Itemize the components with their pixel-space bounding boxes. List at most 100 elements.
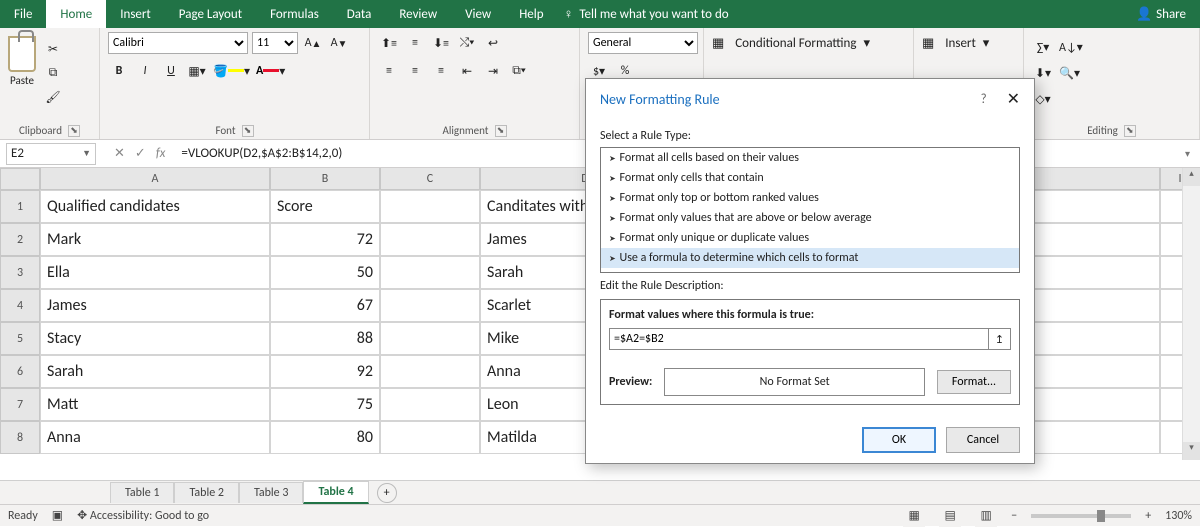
zoom-out-button[interactable]: − <box>1011 509 1017 523</box>
tab-home[interactable]: Home <box>46 0 106 28</box>
tab-pagelayout[interactable]: Page Layout <box>165 0 256 28</box>
view-normal-icon[interactable]: ▦ <box>903 505 925 527</box>
cell[interactable]: Qualified candidates <box>40 190 270 223</box>
row-header[interactable]: 6 <box>0 355 40 388</box>
col-header-b[interactable]: B <box>270 168 380 190</box>
row-header[interactable]: 1 <box>0 190 40 223</box>
add-sheet-button[interactable]: + <box>377 483 397 503</box>
sheet-tab-1[interactable]: Table 1 <box>110 482 174 503</box>
cell[interactable]: 88 <box>270 322 380 355</box>
cell[interactable] <box>380 190 480 223</box>
rule-type-item[interactable]: Format only cells that contain <box>601 168 1019 188</box>
scroll-up-icon[interactable]: ▴ <box>1183 168 1200 186</box>
dialog-help-icon[interactable]: ? <box>981 92 987 107</box>
sort-filter-button[interactable]: A↓▾ <box>1058 36 1084 58</box>
orientation-button[interactable]: ⤭▾ <box>456 32 478 54</box>
bold-button[interactable]: B <box>108 60 130 82</box>
zoom-slider[interactable] <box>1031 514 1131 518</box>
align-right-button[interactable]: ≡ <box>430 60 452 82</box>
view-pagebreak-icon[interactable]: ▥ <box>975 505 997 527</box>
align-bottom-button[interactable]: ⬇≡ <box>430 32 452 54</box>
cell[interactable]: James <box>40 289 270 322</box>
wrap-text-button[interactable]: ↩ <box>482 32 504 54</box>
align-top-button[interactable]: ⬆≡ <box>378 32 400 54</box>
cell[interactable]: 72 <box>270 223 380 256</box>
font-color-button[interactable]: A▾ <box>255 60 286 82</box>
cut-button[interactable]: ✂ <box>42 38 64 60</box>
fill-button[interactable]: ⬇▾ <box>1032 62 1054 84</box>
paste-button[interactable]: Paste <box>8 32 36 87</box>
scroll-down-icon[interactable]: ▾ <box>1183 442 1200 460</box>
font-size-select[interactable]: 11 <box>252 32 298 54</box>
increase-font-button[interactable]: A▲ <box>302 32 324 54</box>
name-box[interactable]: E2▼ <box>6 143 96 165</box>
cell[interactable]: Score <box>270 190 380 223</box>
cell[interactable]: Ella <box>40 256 270 289</box>
decrease-font-button[interactable]: A▼ <box>328 32 350 54</box>
cell[interactable]: 80 <box>270 421 380 454</box>
decrease-indent-button[interactable]: ⇤ <box>456 60 478 82</box>
row-header[interactable]: 4 <box>0 289 40 322</box>
format-painter-button[interactable]: 🖌 <box>42 86 64 108</box>
align-left-button[interactable]: ≡ <box>378 60 400 82</box>
tab-insert[interactable]: Insert <box>106 0 165 28</box>
underline-button[interactable]: U <box>160 60 182 82</box>
cell[interactable] <box>380 256 480 289</box>
borders-button[interactable]: ▦▾ <box>186 60 208 82</box>
number-format-select[interactable]: General <box>588 32 698 54</box>
col-header-c[interactable]: C <box>380 168 480 190</box>
zoom-in-button[interactable]: + <box>1145 509 1151 523</box>
cell[interactable] <box>380 388 480 421</box>
rule-type-item[interactable]: Use a formula to determine which cells t… <box>601 248 1019 268</box>
cell[interactable]: 75 <box>270 388 380 421</box>
cell[interactable]: Anna <box>40 421 270 454</box>
tab-review[interactable]: Review <box>385 0 451 28</box>
row-header[interactable]: 3 <box>0 256 40 289</box>
conditional-formatting-button[interactable]: ▦ Conditional Formatting ▾ <box>712 36 870 51</box>
cell[interactable]: Matt <box>40 388 270 421</box>
share-button[interactable]: 👤 Share <box>1122 7 1200 22</box>
row-header[interactable]: 5 <box>0 322 40 355</box>
tab-help[interactable]: Help <box>505 0 557 28</box>
rule-type-item[interactable]: Format only values that are above or bel… <box>601 208 1019 228</box>
vertical-scrollbar[interactable]: ▴ ▾ <box>1182 168 1200 460</box>
increase-indent-button[interactable]: ⇥ <box>482 60 504 82</box>
insert-cells-button[interactable]: ▦ Insert ▾ <box>922 36 989 51</box>
view-pagelayout-icon[interactable]: ▤ <box>939 505 961 527</box>
row-header[interactable]: 7 <box>0 388 40 421</box>
copy-button[interactable]: ⧉ <box>42 62 64 84</box>
fill-color-button[interactable]: 🪣▾ <box>212 60 251 82</box>
clipboard-launcher[interactable]: ⬊ <box>68 125 80 137</box>
tab-formulas[interactable]: Formulas <box>256 0 333 28</box>
find-select-button[interactable]: 🔍▾ <box>1058 62 1081 84</box>
cell[interactable]: Mark <box>40 223 270 256</box>
align-center-button[interactable]: ≡ <box>404 60 426 82</box>
accessibility-status[interactable]: ✥ Accessibility: Good to go <box>77 508 209 523</box>
cell[interactable] <box>380 223 480 256</box>
col-header-a[interactable]: A <box>40 168 270 190</box>
tell-me[interactable]: ♀ Tell me what you want to do <box>558 6 1122 22</box>
format-button[interactable]: Format... <box>937 370 1011 394</box>
rule-type-item[interactable]: Format only top or bottom ranked values <box>601 188 1019 208</box>
sheet-tab-4[interactable]: Table 4 <box>303 481 368 504</box>
rule-formula-input[interactable] <box>609 328 989 350</box>
sheet-tab-3[interactable]: Table 3 <box>239 482 303 503</box>
expand-formula-bar[interactable]: ▾ <box>1175 147 1200 160</box>
tab-data[interactable]: Data <box>333 0 386 28</box>
cancel-formula-icon[interactable]: ✕ <box>114 146 125 161</box>
editing-launcher[interactable]: ⬊ <box>1124 125 1136 137</box>
font-launcher[interactable]: ⬊ <box>242 125 254 137</box>
tab-file[interactable]: File <box>0 0 46 28</box>
autosum-button[interactable]: ∑▾ <box>1032 36 1054 58</box>
merge-button[interactable]: ⧉▾ <box>508 60 530 82</box>
row-header[interactable]: 2 <box>0 223 40 256</box>
cell[interactable]: 92 <box>270 355 380 388</box>
dialog-close-icon[interactable]: ✕ <box>1007 89 1020 109</box>
cell[interactable]: Sarah <box>40 355 270 388</box>
cell[interactable] <box>380 421 480 454</box>
range-selector-icon[interactable]: ↥ <box>989 328 1011 350</box>
sheet-tab-2[interactable]: Table 2 <box>174 482 238 503</box>
tab-view[interactable]: View <box>451 0 505 28</box>
rule-type-list[interactable]: Format all cells based on their valuesFo… <box>600 147 1020 273</box>
cell[interactable]: 50 <box>270 256 380 289</box>
